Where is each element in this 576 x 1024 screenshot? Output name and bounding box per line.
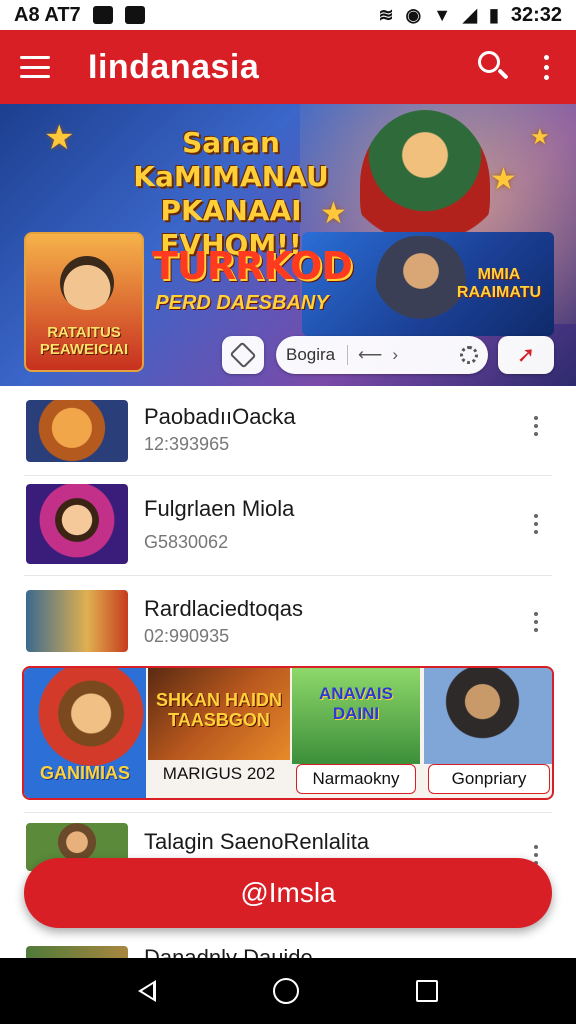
game-card-right-label: MMIA RAAIMATU (456, 266, 542, 301)
carousel-tile[interactable]: Gonpriary (424, 668, 552, 798)
item-more-icon[interactable] (532, 416, 540, 436)
home-button[interactable] (222, 336, 264, 374)
list-item-title: Rardlaciedtoqas (144, 596, 303, 621)
list-item-title: PaobadııOacka (144, 404, 296, 429)
photo-notification-icon (124, 6, 145, 24)
recents-icon[interactable] (415, 980, 438, 1002)
item-more-icon[interactable] (532, 612, 540, 632)
star-icon: ★ (44, 119, 75, 157)
share-icon: ➚ (516, 342, 536, 367)
list-item[interactable]: Fulgrlaen Miola G5830062 (24, 476, 552, 576)
item-more-icon[interactable] (532, 514, 540, 534)
tile-art-text: SHKAN HAIDN TAASBGON (156, 690, 282, 730)
app-title: Iindanasia (88, 47, 260, 86)
game-carousel[interactable]: GANIMIAS SHKAN HAIDN TAASBGON MARIGUS 20… (22, 666, 554, 800)
notification-icon (92, 6, 113, 24)
star-icon: ★ (530, 124, 550, 149)
signal-icon: ◢ (463, 4, 477, 25)
arrow-left-icon[interactable]: ⟵ (358, 345, 382, 365)
tile-art-text: GANIMIAS (40, 763, 130, 783)
game-logo[interactable]: TURRKOD PERD DAESBANY (152, 230, 353, 338)
home-circle-icon[interactable] (272, 978, 299, 1004)
list-item-subtitle: 12:393965 (144, 434, 230, 454)
status-time: 32:32 (510, 3, 562, 26)
tile-art (424, 668, 552, 764)
star-icon: ★ (490, 163, 517, 196)
character-image (376, 236, 466, 336)
back-icon[interactable] (138, 980, 157, 1002)
game-thumbnail (26, 590, 128, 652)
list-item-subtitle: 02:990935 (144, 626, 230, 646)
hotspot-icon: ◉ (405, 4, 422, 25)
status-left-text: A8 AT7 (14, 3, 81, 26)
app-screen: A8 AT7 ≋ ◉ ▼ ◢ ▮ 32:32 Iindanasia ★ ★ ★ … (0, 0, 576, 1024)
carousel-tile[interactable]: SHKAN HAIDN TAASBGON MARIGUS 202 (148, 668, 290, 798)
carousel-tile[interactable]: GANIMIAS (24, 668, 146, 798)
list-item-title: Danadnly Dauide (144, 945, 313, 958)
search-icon[interactable] (472, 45, 516, 89)
status-bar: A8 AT7 ≋ ◉ ▼ ◢ ▮ 32:32 (0, 0, 576, 30)
battery-icon: ▮ (488, 4, 499, 25)
wifi-icon: ▼ (433, 4, 452, 25)
gear-icon[interactable] (460, 346, 478, 364)
primary-action-button[interactable]: @Imsla (24, 858, 552, 928)
vibrate-icon: ≋ (378, 4, 394, 25)
list-item[interactable]: PaobadııOacka 12:393965 (24, 386, 552, 476)
list-item-title: Fulgrlaen Miola (144, 496, 295, 521)
banner-search-text: Bogira (286, 345, 348, 365)
tile-caption: Gonpriary (428, 764, 550, 794)
list-item-subtitle: G5830062 (144, 532, 229, 552)
home-icon (229, 341, 257, 369)
tile-art-text: ANAVAIS DAINI (319, 684, 393, 723)
app-bar: Iindanasia (0, 30, 576, 104)
game-logo-title: TURRKOD (152, 244, 353, 288)
tile-caption: MARIGUS 202 (162, 764, 276, 783)
tile-caption: Narmaokny (296, 764, 416, 794)
game-thumbnail (26, 400, 128, 462)
game-card-left[interactable]: RATAITUS PEAWEICIAI (24, 232, 144, 372)
game-card-left-label: RATAITUS PEAWEICIAI (39, 324, 129, 358)
hamburger-menu-icon[interactable] (20, 56, 50, 78)
carousel-tile[interactable]: ANAVAIS DAINI Narmaokny (292, 668, 420, 798)
list-item-title: Talagin SaenoRenlalita (144, 829, 370, 854)
more-vert-icon[interactable] (536, 54, 556, 80)
share-button[interactable]: ➚ (498, 336, 554, 374)
list-item[interactable]: Rardlaciedtoqas 02:990935 (24, 576, 552, 666)
game-thumbnail (26, 484, 128, 564)
chevron-right-icon[interactable]: › (392, 345, 398, 365)
banner-search-bar[interactable]: Bogira ⟵ › (276, 336, 488, 374)
character-image (60, 256, 114, 310)
game-logo-subtitle: PERD DAESBANY (155, 292, 329, 314)
system-nav-bar (0, 958, 576, 1024)
